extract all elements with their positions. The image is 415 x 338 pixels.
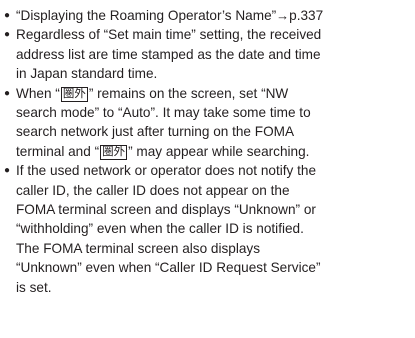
note-line: If the used network or operator does not… bbox=[16, 163, 316, 179]
note-item-caller-id: ● If the used network or operator does n… bbox=[4, 161, 407, 297]
note-line: search mode” to “Auto”. It may take some… bbox=[16, 105, 311, 121]
note-line: is set. bbox=[16, 279, 52, 295]
bullet-icon: ● bbox=[4, 29, 11, 41]
note-line: in Japan standard time. bbox=[16, 66, 158, 82]
note-text: Regardless of “Set main time” setting, t… bbox=[16, 25, 407, 83]
arrow-right-icon: → bbox=[276, 8, 290, 23]
note-line: Regardless of “Set main time” setting, t… bbox=[16, 27, 322, 43]
note-line: The FOMA terminal screen also displays bbox=[16, 240, 261, 256]
bullet-icon: ● bbox=[4, 87, 11, 99]
note-line-segment: terminal and “ bbox=[16, 143, 100, 159]
note-line-segment: ” remains on the screen, set “NW bbox=[88, 85, 289, 101]
note-text: When “圏外” remains on the screen, set “NW… bbox=[16, 84, 407, 162]
note-line: address list are time stamped as the dat… bbox=[16, 46, 321, 62]
note-line: “withholding” even when the caller ID is… bbox=[16, 221, 304, 237]
note-line: caller ID, the caller ID does not appear… bbox=[16, 182, 290, 198]
note-line: “Unknown” even when “Caller ID Request S… bbox=[16, 260, 321, 276]
note-line: “Displaying the Roaming Operator’s Name” bbox=[16, 8, 277, 23]
out-of-area-icon: 圏外 bbox=[60, 86, 88, 102]
page-reference-link[interactable]: p.337 bbox=[289, 8, 323, 23]
note-line: FOMA terminal screen and displays “Unkno… bbox=[16, 202, 316, 218]
out-of-area-icon: 圏外 bbox=[100, 144, 128, 160]
note-item-out-of-area: ● When “圏外” remains on the screen, set “… bbox=[4, 84, 407, 162]
notes-page: ● “Displaying the Roaming Operator’s Nam… bbox=[0, 0, 415, 338]
note-item-main-time: ● Regardless of “Set main time” setting,… bbox=[4, 25, 407, 83]
note-line-segment: ” may appear while searching. bbox=[128, 143, 310, 159]
note-text: “Displaying the Roaming Operator’s Name”… bbox=[16, 6, 407, 25]
note-line-segment: When “ bbox=[16, 85, 60, 101]
note-line: search network just after turning on the… bbox=[16, 124, 295, 140]
bullet-icon: ● bbox=[4, 10, 11, 21]
note-text: If the used network or operator does not… bbox=[16, 161, 407, 297]
note-item-roaming-name: ● “Displaying the Roaming Operator’s Nam… bbox=[4, 6, 407, 25]
bullet-icon: ● bbox=[4, 165, 11, 177]
